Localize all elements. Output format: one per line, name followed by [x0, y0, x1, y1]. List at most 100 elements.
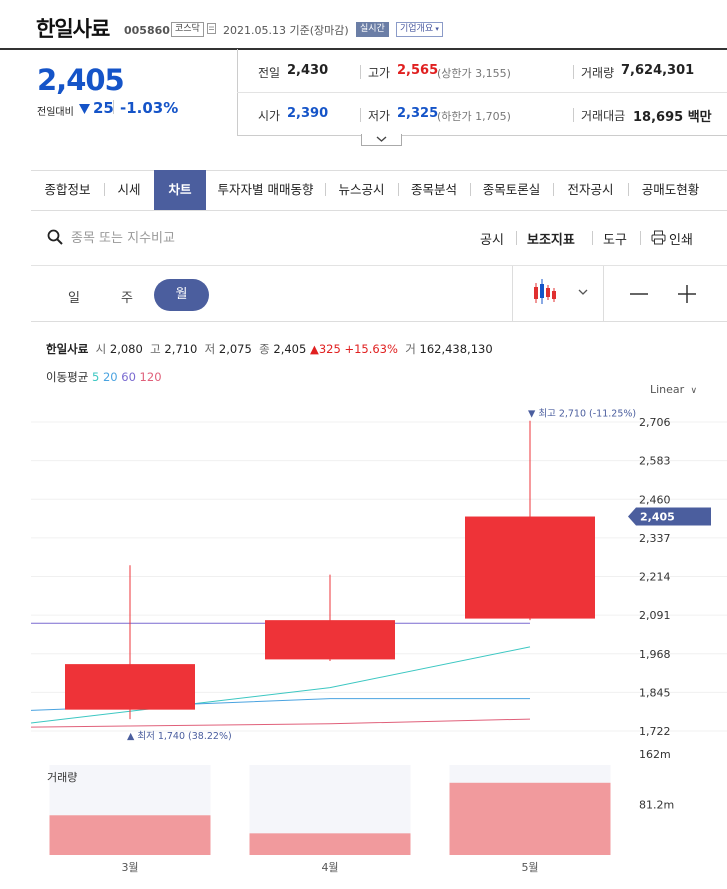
- max-annotation: ▼ 최고 2,710 (-11.25%): [528, 409, 636, 420]
- ohlc-info: 한일사료 시 2,080 고 2,710 저 2,075 종 2,405 ▲32…: [46, 341, 493, 357]
- tab-overview[interactable]: 종합정보: [31, 170, 104, 210]
- volume-label: 거래량: [581, 66, 615, 80]
- y-tick-label: 1,722: [639, 725, 671, 738]
- open-label: 시가: [258, 109, 281, 123]
- info-close: 2,405: [273, 342, 307, 356]
- upper-limit: (상한가 3,155): [437, 67, 511, 80]
- candle-body: [265, 620, 395, 660]
- period-week[interactable]: 주: [121, 287, 133, 306]
- divider: [360, 65, 361, 79]
- tab-news[interactable]: 뉴스공시: [325, 170, 398, 210]
- realtime-badge[interactable]: 실시간: [356, 22, 389, 37]
- low-value: 2,325: [397, 106, 439, 121]
- zoom-in-icon[interactable]: [676, 284, 698, 304]
- divider: [237, 92, 727, 93]
- indicator-button[interactable]: 보조지표: [527, 229, 575, 248]
- tab-chart[interactable]: 차트: [154, 170, 206, 210]
- y-tick-label: 2,337: [639, 532, 671, 545]
- ma-period-120[interactable]: 120: [136, 370, 162, 384]
- stock-name: 한일사료: [36, 17, 110, 41]
- current-price-label: 2,405: [640, 511, 675, 524]
- down-triangle-icon: [79, 104, 90, 114]
- company-overview-button[interactable]: 기업개요 ▾: [396, 22, 443, 37]
- scale-selector[interactable]: Linear ∨: [650, 383, 697, 396]
- divider: [113, 100, 114, 114]
- scale-label: Linear: [650, 383, 685, 396]
- divider: [640, 231, 641, 245]
- min-annotation: ▲ 최저 1,740 (38.22%): [127, 731, 232, 742]
- print-button[interactable]: 인쇄: [669, 229, 693, 248]
- info-open: 2,080: [109, 342, 143, 356]
- info-change-pct: +15.63%: [344, 342, 398, 356]
- info-low-label: 저: [204, 342, 216, 356]
- divider: [573, 108, 574, 122]
- info-open-label: 시: [95, 342, 107, 356]
- volume-bar: [449, 782, 611, 855]
- prev-close-value: 2,430: [287, 63, 329, 78]
- chevron-down-icon: [376, 136, 387, 142]
- y-tick-label: 2,460: [639, 493, 671, 506]
- divider: [360, 108, 361, 122]
- current-price: 2,405: [37, 63, 125, 97]
- divider: [237, 135, 727, 136]
- info-change: ▲325: [309, 342, 341, 356]
- price-chart[interactable]: 2,706 2,583 2,460 2,337 2,214 2,091 1,968 1,845…: [0, 400, 727, 889]
- tab-analysis[interactable]: 종목분석: [398, 170, 470, 210]
- volume-tick-label: 81.2m: [639, 798, 674, 811]
- y-tick-label: 2,583: [639, 455, 671, 468]
- expand-button[interactable]: [361, 134, 402, 146]
- info-high-label: 고: [150, 342, 161, 356]
- document-icon: [207, 23, 216, 34]
- chart-type-selector[interactable]: [512, 266, 604, 321]
- ma-period-20[interactable]: 20: [99, 370, 118, 384]
- tab-investor-trading[interactable]: 투자자별 매매동향: [206, 170, 325, 210]
- tools-button[interactable]: 도구: [603, 229, 627, 248]
- divider: [592, 231, 593, 245]
- amount-label: 거래대금: [581, 109, 626, 123]
- search-icon[interactable]: [47, 229, 63, 245]
- info-stock-name: 한일사료: [46, 342, 89, 356]
- candle-body: [65, 664, 195, 710]
- ma-line-120: [30, 718, 531, 728]
- stock-code: 005860: [124, 24, 170, 37]
- info-volume-label: 거: [405, 342, 416, 356]
- candlestick-icon: [534, 279, 588, 304]
- low-label: 저가: [368, 109, 391, 123]
- compare-search-input[interactable]: [69, 226, 323, 250]
- x-tick-label: 5월: [521, 861, 538, 874]
- moving-average-legend: 이동평균 5 20 60 120: [46, 369, 162, 385]
- volume-label: 거래량: [47, 771, 77, 784]
- period-day[interactable]: 일: [68, 287, 80, 306]
- x-tick-label: 4월: [321, 861, 338, 874]
- divider: [516, 231, 517, 245]
- info-volume: 162,438,130: [419, 342, 493, 356]
- x-tick-label: 3월: [121, 861, 138, 874]
- zoom-out-icon[interactable]: [628, 284, 650, 304]
- company-overview-label: 기업개요: [400, 24, 434, 34]
- printer-icon[interactable]: [651, 230, 666, 245]
- disclosure-button[interactable]: 공시: [480, 229, 504, 248]
- ma-period-60[interactable]: 60: [118, 370, 136, 384]
- ma-label: 이동평균: [46, 370, 89, 384]
- period-month[interactable]: 월: [154, 279, 209, 311]
- info-low: 2,075: [218, 342, 252, 356]
- amount-value: 18,695 백만: [633, 110, 712, 125]
- y-tick-label: 2,091: [639, 609, 671, 622]
- chevron-down-icon: ▾: [433, 25, 439, 33]
- info-close-label: 종: [259, 342, 270, 356]
- tab-quotes[interactable]: 시세: [104, 170, 154, 210]
- volume-bar: [249, 833, 411, 855]
- y-tick-label: 2,706: [639, 416, 671, 429]
- high-label: 고가: [368, 66, 391, 80]
- diff-value: 25: [93, 99, 114, 117]
- info-high: 2,710: [164, 342, 198, 356]
- volume-tick-label: 162m: [639, 748, 671, 761]
- candle-body: [465, 516, 595, 619]
- tab-short-selling[interactable]: 공매도현황: [628, 170, 713, 210]
- tab-disclosure[interactable]: 전자공시: [553, 170, 628, 210]
- tab-discussion[interactable]: 종목토론실: [470, 170, 553, 210]
- prev-close-label: 전일: [258, 66, 281, 80]
- divider: [573, 65, 574, 79]
- y-tick-label: 1,845: [639, 686, 671, 699]
- diff-percent: -1.03%: [120, 99, 179, 117]
